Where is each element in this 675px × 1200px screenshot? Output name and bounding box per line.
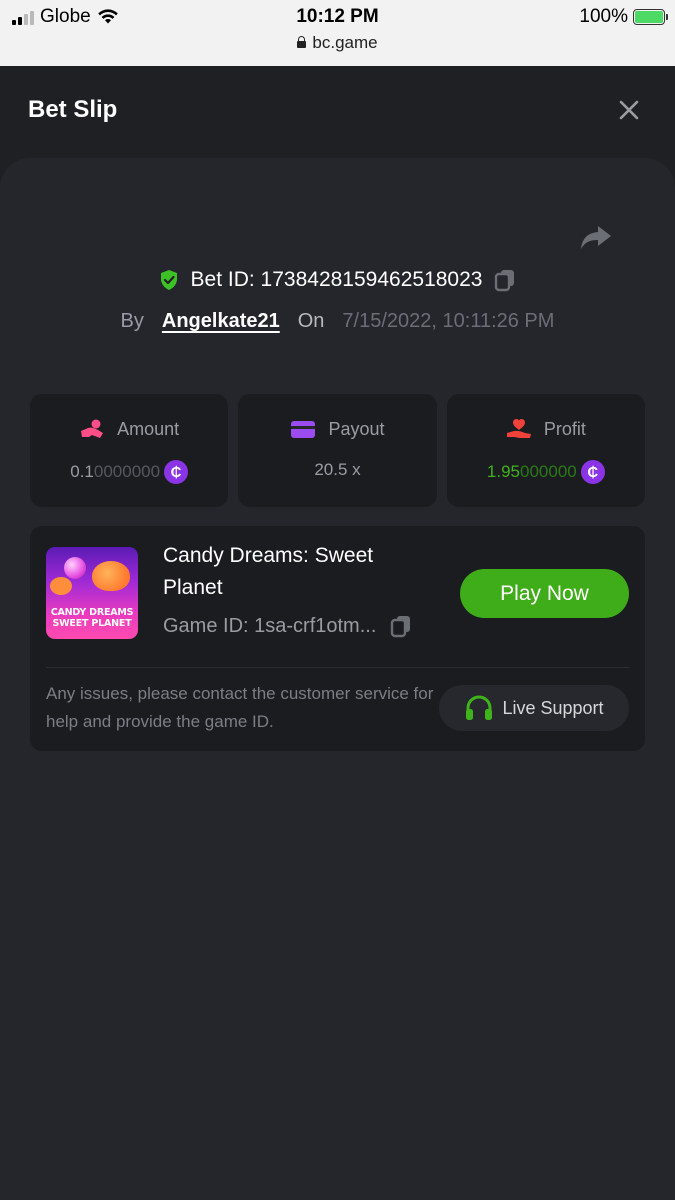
headset-icon [466,695,493,720]
bet-by-row: By Angelkate21 On 7/15/2022, 10:11:26 PM [0,310,675,333]
amount-value: 0.10000000 ₵ [30,460,228,484]
modal-header: Bet Slip [0,66,675,158]
battery-icon [633,9,668,25]
bet-date: 7/15/2022, 10:11:26 PM [342,310,555,332]
copy-icon[interactable] [390,614,412,638]
live-support-button[interactable]: Live Support [439,685,629,731]
planet-art [64,557,86,579]
game-title: Candy Dreams: Sweet Planet [163,544,374,599]
coin-icon: ₵ [580,460,605,484]
profit-head: Profit [447,418,645,440]
shield-check-icon [160,270,177,290]
username-link[interactable]: Angelkate21 [162,310,280,333]
close-icon[interactable] [617,98,641,122]
coin-icon: ₵ [164,460,189,484]
amount-label: Amount [117,418,180,439]
thumbnail-line-1: CANDY DREAMS [50,607,134,618]
profit-value-main: 1.95 [486,462,520,481]
cat-art [92,561,130,591]
cat-art-small [50,577,72,595]
share-icon[interactable] [578,222,614,252]
payout-label: Payout [328,418,385,439]
thumbnail-title: CANDY DREAMS SWEET PLANET [46,607,138,629]
bet-slip-panel: Bet ID: 1738428159462518023 By Angelkate… [0,158,675,1200]
profit-value-faded: 000000 [520,462,577,481]
profit-label: Profit [543,418,586,439]
payout-value-text: 20.5 x [314,460,361,479]
card-icon [291,421,316,438]
hand-coin-icon [81,419,104,438]
payout-value: 20.5 x [238,460,436,480]
payout-card: Payout 20.5 x [238,394,437,507]
support-note: Any issues, please contact the customer … [46,684,434,731]
amount-value-faded: 0000000 [93,462,161,481]
amount-head: Amount [30,418,228,440]
game-id-text: Game ID: 1sa-crf1otm... [163,614,377,637]
by-label: By [120,310,144,332]
on-label: On [297,310,325,332]
status-time: 10:12 PM [296,6,379,27]
status-bar: Globe 10:12 PM bc.game 100% [0,0,675,66]
divider [46,667,629,668]
bet-id-text: Bet ID: 1738428159462518023 [190,268,483,291]
copy-icon[interactable] [494,268,516,292]
bet-id-row: Bet ID: 1738428159462518023 [0,268,675,292]
play-now-button[interactable]: Play Now [460,569,629,618]
live-support-label: Live Support [502,697,604,718]
page-title: Bet Slip [28,96,118,123]
status-right: 100% [579,6,668,28]
game-id-row: Game ID: 1sa-crf1otm... [163,614,412,638]
profit-value: 1.95000000 ₵ [447,460,645,484]
game-thumbnail[interactable]: CANDY DREAMS SWEET PLANET [46,547,138,639]
url-text: bc.game [312,33,378,52]
battery-percent: 100% [579,6,628,27]
profit-card: Profit 1.95000000 ₵ [446,394,645,507]
thumbnail-line-2: SWEET PLANET [52,618,132,629]
lock-icon [297,36,307,48]
hand-heart-icon [506,419,531,438]
amount-value-main: 0.1 [70,462,94,481]
game-card: CANDY DREAMS SWEET PLANET Candy Dreams: … [30,526,645,751]
payout-head: Payout [238,418,436,440]
bet-stats: Amount 0.10000000 ₵ Payout 20.5 x Profit… [30,394,645,507]
amount-card: Amount 0.10000000 ₵ [30,394,229,507]
url-bar[interactable]: bc.game [0,33,675,53]
